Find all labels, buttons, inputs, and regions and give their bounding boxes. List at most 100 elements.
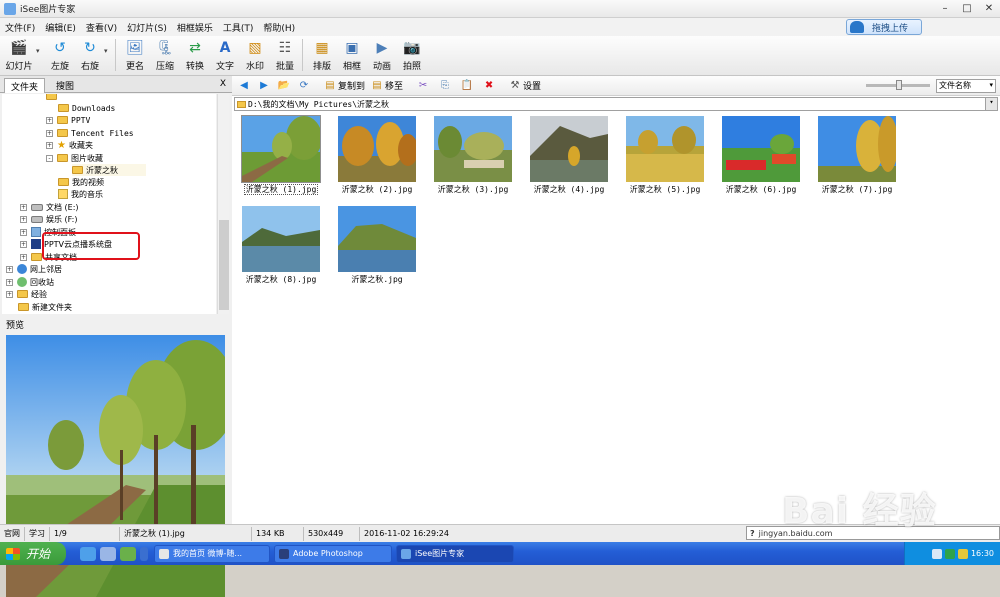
- paste-icon[interactable]: 📋: [461, 80, 473, 92]
- animation-button[interactable]: ▶ 动画: [368, 39, 396, 72]
- official-site-link[interactable]: 官网: [0, 526, 25, 541]
- thumbnail-item[interactable]: 沂蒙之秋 (2).jpg: [334, 114, 420, 196]
- expand-icon[interactable]: +: [20, 203, 27, 211]
- minimize-icon[interactable]: –: [934, 0, 956, 18]
- expand-icon[interactable]: +: [20, 253, 27, 261]
- start-button[interactable]: 开始: [0, 542, 66, 565]
- tree-item-my-music[interactable]: 我的音乐: [58, 188, 103, 200]
- task-weibo[interactable]: 我的首页 微博-随...: [154, 544, 270, 563]
- refresh-icon[interactable]: ⟳: [298, 80, 310, 92]
- expand-icon[interactable]: +: [6, 290, 13, 298]
- animation-icon: ▶: [376, 40, 388, 56]
- close-panel-icon[interactable]: X: [220, 79, 226, 89]
- folder-tree[interactable]: Downloads + PPTV + Tencent Files + ★ 收藏夹…: [2, 94, 216, 314]
- tree-item-yimeng-autumn[interactable]: 沂蒙之秋: [72, 164, 146, 176]
- menu-edit[interactable]: 编辑(E): [40, 21, 81, 34]
- convert-button[interactable]: ⇄ 转换: [181, 39, 209, 72]
- layout-button[interactable]: ▦ 排版: [308, 39, 336, 72]
- tree-item-downloads[interactable]: Downloads: [58, 102, 115, 114]
- back-arrow-icon[interactable]: ◀: [238, 80, 250, 92]
- zoom-slider-thumb[interactable]: [896, 80, 902, 90]
- tree-item-drive-f[interactable]: + 娱乐 (F:): [20, 213, 77, 225]
- batch-button[interactable]: ☷ 批量: [271, 39, 299, 72]
- tree-item-picture-collection[interactable]: - 图片收藏: [46, 152, 103, 164]
- tree-item-drive-e[interactable]: + 文档 (E:): [20, 201, 79, 213]
- thumbnail-item[interactable]: 沂蒙之秋 (4).jpg: [526, 114, 612, 196]
- thumbnail-item[interactable]: 沂蒙之秋 (5).jpg: [622, 114, 708, 196]
- watermark-button[interactable]: ▧ 水印: [241, 39, 269, 72]
- expand-icon[interactable]: +: [46, 141, 53, 149]
- security-tray-icon[interactable]: [944, 548, 955, 559]
- path-input[interactable]: D:\我的文档\My Pictures\沂蒙之秋 ▾: [234, 97, 998, 111]
- expand-icon[interactable]: +: [6, 278, 13, 286]
- compress-button[interactable]: 🗜 压缩: [151, 39, 179, 72]
- collapse-icon[interactable]: -: [46, 154, 53, 162]
- tree-scrollbar-thumb[interactable]: [219, 220, 229, 310]
- tree-item-downloads-partial[interactable]: [46, 94, 60, 102]
- quicklaunch-more-icon[interactable]: [140, 546, 148, 561]
- desktop-icon[interactable]: [100, 546, 116, 561]
- thumbnail-item[interactable]: 沂蒙之秋 (8).jpg: [238, 204, 324, 286]
- tree-item-new-folder[interactable]: 新建文件夹: [18, 301, 72, 313]
- menu-frame-fun[interactable]: 相框娱乐: [172, 21, 218, 34]
- expand-icon[interactable]: +: [20, 240, 27, 248]
- thumbnail-item[interactable]: 沂蒙之秋.jpg: [334, 204, 420, 286]
- thumbnail-item[interactable]: 沂蒙之秋 (1).jpg: [238, 114, 324, 196]
- tree-scrollbar[interactable]: [217, 94, 229, 314]
- expand-icon[interactable]: +: [20, 215, 27, 223]
- up-folder-icon[interactable]: 📂: [278, 80, 290, 92]
- slideshow-button[interactable]: 🎬 幻灯片: [2, 39, 36, 72]
- ie-icon[interactable]: [80, 546, 96, 561]
- frame-button[interactable]: ▣ 相框: [338, 39, 366, 72]
- cloud-icon: [850, 21, 864, 33]
- thumbnail-item[interactable]: 沂蒙之秋 (3).jpg: [430, 114, 516, 196]
- menu-slideshow[interactable]: 幻灯片(S): [122, 21, 172, 34]
- rotate-right-button[interactable]: ↻ 右旋: [76, 39, 104, 72]
- task-photoshop[interactable]: Adobe Photoshop: [274, 544, 392, 563]
- ime-tray-icon[interactable]: [957, 548, 968, 559]
- move-to-button[interactable]: ▤ 移至: [371, 79, 403, 92]
- rename-button[interactable]: 🖼 更名: [121, 39, 149, 72]
- network-tray-icon[interactable]: [931, 548, 942, 559]
- photo-capture-button[interactable]: 📷 拍照: [398, 39, 426, 72]
- tree-item-my-videos[interactable]: 我的视频: [58, 176, 104, 188]
- delete-icon[interactable]: ✖: [483, 80, 495, 92]
- menu-help[interactable]: 帮助(H): [258, 21, 300, 34]
- cut-icon[interactable]: ✂: [417, 80, 429, 92]
- tab-search-images[interactable]: 搜图: [50, 78, 80, 93]
- copy-icon[interactable]: ⎘: [439, 80, 451, 92]
- forward-arrow-icon[interactable]: ▶: [258, 80, 270, 92]
- menu-file[interactable]: 文件(F): [0, 21, 40, 34]
- close-icon[interactable]: ✕: [978, 0, 1000, 18]
- thumbnail-item[interactable]: 沂蒙之秋 (7).jpg: [814, 114, 900, 196]
- expand-icon[interactable]: +: [6, 265, 13, 273]
- tree-item-pptv[interactable]: + PPTV: [46, 114, 90, 126]
- menu-tools[interactable]: 工具(T): [218, 21, 259, 34]
- tab-folders[interactable]: 文件夹: [4, 78, 46, 93]
- menu-view[interactable]: 查看(V): [81, 21, 122, 34]
- slideshow-dropdown-icon[interactable]: ▾: [36, 47, 44, 55]
- drag-upload-button[interactable]: 拖拽上传: [846, 19, 922, 35]
- tree-item-experience[interactable]: + 经验: [6, 288, 47, 300]
- expand-icon[interactable]: +: [46, 129, 53, 137]
- sort-select[interactable]: 文件名称 ▾: [936, 79, 996, 93]
- tree-item-favorites[interactable]: + ★ 收藏夹: [46, 139, 93, 151]
- maximize-icon[interactable]: □: [956, 0, 978, 18]
- learn-link[interactable]: 学习: [25, 526, 50, 541]
- image-counter: 1/9: [50, 526, 120, 541]
- task-isee[interactable]: iSee图片专家: [396, 544, 514, 563]
- expand-icon[interactable]: +: [20, 228, 27, 236]
- expand-icon[interactable]: +: [46, 116, 53, 124]
- thumbnail-item[interactable]: 沂蒙之秋 (6).jpg: [718, 114, 804, 196]
- tree-item-tencent-files[interactable]: + Tencent Files: [46, 127, 134, 139]
- rotate-left-button[interactable]: ↺ 左旋: [46, 39, 74, 72]
- media-icon[interactable]: [120, 546, 136, 561]
- copy-to-button[interactable]: ▤ 复制到: [324, 79, 365, 92]
- rotate-dropdown-icon[interactable]: ▾: [104, 47, 112, 55]
- tree-item-recycle-bin[interactable]: + 回收站: [6, 276, 54, 288]
- settings-button[interactable]: ⚒ 设置: [509, 79, 542, 92]
- tree-item-network[interactable]: + 网上邻居: [6, 263, 62, 275]
- title-bar[interactable]: iSee图片专家 – □ ✕: [0, 0, 1000, 18]
- text-button[interactable]: A 文字: [211, 39, 239, 72]
- path-dropdown-icon[interactable]: ▾: [985, 98, 997, 110]
